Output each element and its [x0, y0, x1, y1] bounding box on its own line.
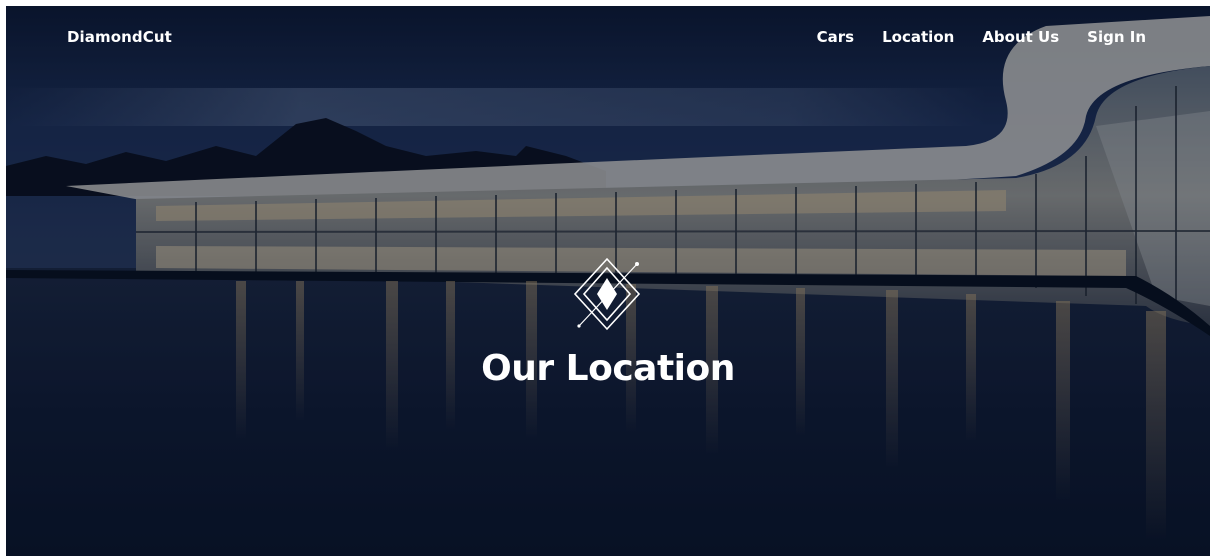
nav-item-about-us[interactable]: About Us [982, 28, 1059, 46]
nav-item-sign-in[interactable]: Sign In [1087, 28, 1146, 46]
nav-links: Cars Location About Us Sign In [817, 28, 1146, 46]
nav-item-cars[interactable]: Cars [817, 28, 854, 46]
page-title: Our Location [481, 348, 735, 389]
brand-logo-link[interactable]: DiamondCut [67, 28, 172, 46]
diamond-emblem-icon [573, 257, 641, 331]
top-navigation: DiamondCut Cars Location About Us Sign I… [6, 6, 1210, 70]
nav-item-location[interactable]: Location [882, 28, 954, 46]
page-frame: DiamondCut Cars Location About Us Sign I… [6, 6, 1210, 556]
